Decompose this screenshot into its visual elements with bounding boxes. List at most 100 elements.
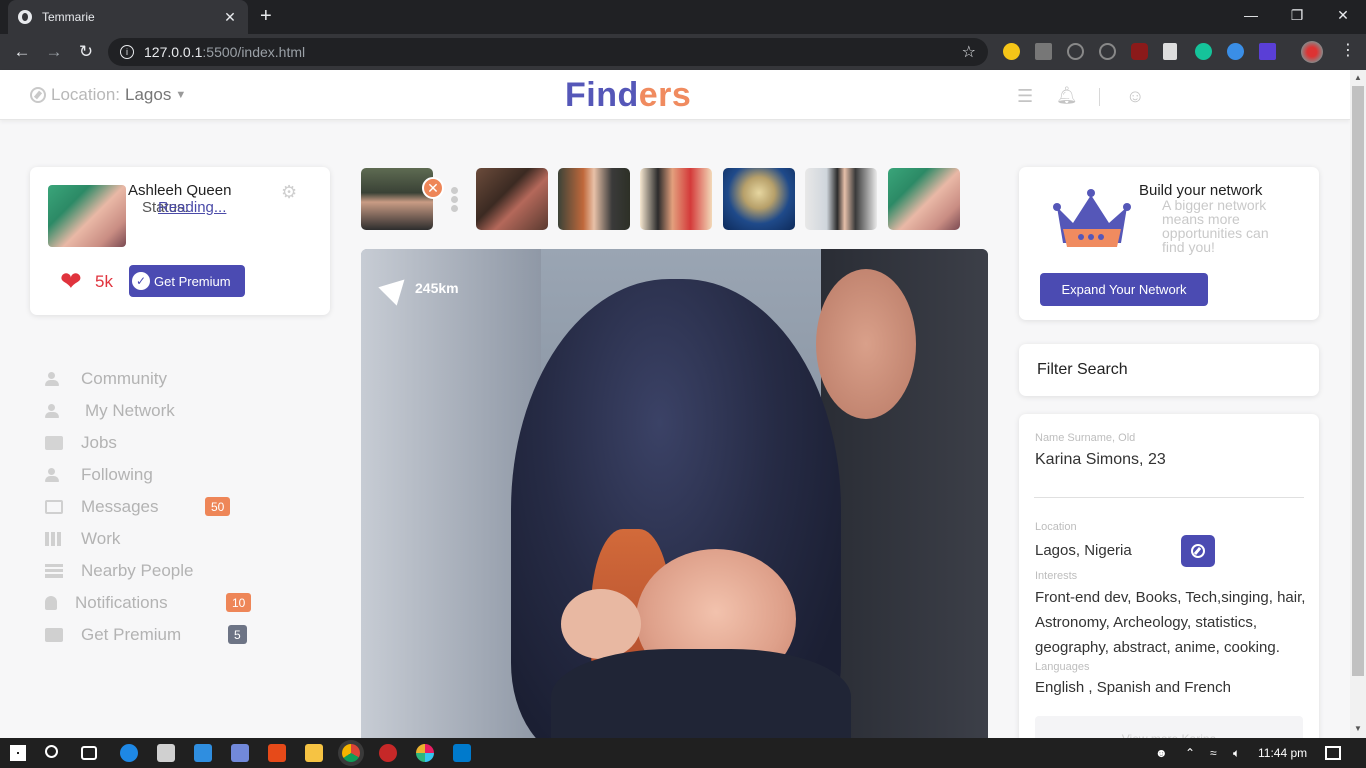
back-icon[interactable]: ← (11, 41, 33, 63)
notifications-badge: 10 (226, 593, 252, 612)
story-thumbnail[interactable] (805, 168, 877, 230)
app-icon[interactable] (379, 744, 397, 762)
profile-avatar[interactable] (1301, 41, 1323, 63)
profile-name: Ashleeh Queen (128, 182, 232, 199)
new-tab-button[interactable]: + (260, 6, 272, 26)
story-thumbnail[interactable] (723, 168, 795, 230)
url-host: 127.0.0.1 (144, 44, 203, 60)
story-thumbnail[interactable] (640, 168, 712, 230)
reload-icon[interactable]: ↻ (75, 41, 97, 63)
restore-icon[interactable]: ❐ (1274, 0, 1320, 30)
scroll-down-icon[interactable]: ▼ (1354, 724, 1362, 733)
store-icon[interactable] (157, 744, 175, 762)
chrome-icon[interactable] (342, 744, 360, 762)
volume-icon[interactable]: 🔈︎ (1233, 746, 1240, 761)
sidebar-item-following[interactable]: Following (45, 463, 265, 487)
notification-center-icon[interactable] (1325, 746, 1341, 760)
sidebar-item-work[interactable]: Work (45, 527, 265, 551)
extension-v-icon[interactable] (1259, 43, 1276, 60)
scrollbar-thumb[interactable] (1352, 86, 1364, 676)
mail-app-icon[interactable] (194, 744, 212, 762)
file-explorer-icon[interactable] (305, 744, 323, 762)
people-icon[interactable]: ☻ (1155, 746, 1168, 760)
window-close-icon[interactable]: ✕ (1320, 0, 1366, 30)
filter-search-title: Filter Search (1037, 361, 1128, 378)
heart-icon[interactable]: ❤ (60, 268, 82, 294)
story-thumbnail[interactable] (558, 168, 630, 230)
locate-button[interactable] (1181, 535, 1215, 567)
sidebar-item-jobs[interactable]: Jobs (45, 431, 265, 455)
location-value: Lagos, Nigeria (1035, 542, 1132, 559)
interests-label: Interests (1035, 570, 1078, 582)
get-premium-button[interactable]: ✓ Get Premium (129, 265, 245, 297)
bell-icon[interactable]: 🔔︎ (1056, 86, 1078, 106)
sidebar-item-label: Nearby People (81, 561, 194, 580)
wifi-icon[interactable]: ≈ (1210, 746, 1217, 760)
story-thumbnail[interactable] (888, 168, 960, 230)
layers-icon (45, 564, 63, 578)
tab-title: Temmarie (42, 10, 95, 24)
story-thumbnail[interactable] (476, 168, 548, 230)
minimize-icon[interactable]: — (1228, 0, 1274, 30)
header-divider (1099, 88, 1100, 106)
extension-pen-icon[interactable] (1163, 43, 1177, 60)
expand-network-button[interactable]: Expand Your Network (1040, 273, 1208, 306)
extension-diamond-icon[interactable] (1227, 43, 1244, 60)
extension-circle-icon[interactable] (1067, 43, 1084, 60)
sidebar-item-community[interactable]: Community (45, 367, 265, 391)
story-thumbnail[interactable] (361, 168, 433, 230)
bookmark-star-icon[interactable]: ☆ (962, 42, 976, 62)
location-label: Location: (51, 85, 120, 104)
profile-card: Ashleeh Queen Status: Reading... ⚙ ❤ 5k … (30, 167, 330, 315)
hamburger-menu-icon[interactable]: ☰ (1017, 86, 1033, 107)
discord-icon[interactable] (231, 744, 249, 762)
sidebar-item-nearby-people[interactable]: Nearby People (45, 559, 265, 583)
site-info-icon[interactable]: i (120, 45, 134, 59)
task-view-icon[interactable] (81, 746, 97, 760)
more-dots-icon[interactable] (451, 187, 458, 214)
jobs-icon (45, 436, 63, 450)
slack-icon[interactable] (416, 744, 434, 762)
windows-start-icon[interactable] (10, 745, 26, 761)
address-bar[interactable]: i 127.0.0.1:5500/index.html ☆ (108, 38, 988, 66)
edge-icon[interactable] (120, 744, 138, 762)
sidebar-item-label: Community (81, 369, 167, 388)
details-divider (1034, 497, 1304, 498)
ublock-icon[interactable] (1131, 43, 1148, 60)
taskbar-clock[interactable]: 11:44 pm (1258, 746, 1307, 760)
browser-menu-icon[interactable]: ⋮ (1340, 43, 1356, 59)
filter-search-card[interactable]: Filter Search (1019, 344, 1319, 396)
close-story-icon[interactable]: ✕ (422, 177, 444, 199)
extension-help-icon[interactable] (1035, 43, 1052, 60)
tab-close-icon[interactable]: ✕ (222, 9, 238, 26)
grammarly-icon[interactable] (1195, 43, 1212, 60)
sidebar-item-messages[interactable]: Messages 50 (45, 495, 265, 519)
browser-tab[interactable]: Temmarie ✕ (8, 0, 248, 34)
gear-icon[interactable]: ⚙ (281, 182, 297, 203)
location-selector[interactable]: Location: Lagos ▼ (30, 85, 186, 105)
brand-part-1: Find (565, 76, 639, 114)
forward-icon[interactable]: → (43, 41, 65, 63)
compass-icon (1191, 544, 1205, 558)
sidebar-item-label: Jobs (81, 433, 117, 452)
sidebar-item-get-premium[interactable]: Get Premium 5 (45, 623, 265, 647)
user-icon[interactable]: ☺︎ (1126, 86, 1144, 107)
search-icon[interactable] (45, 745, 58, 758)
extension-search-icon[interactable] (1003, 43, 1020, 60)
status-value-link[interactable]: Reading... (158, 199, 226, 216)
profile-avatar-image[interactable] (48, 185, 126, 247)
network-icon (45, 404, 63, 418)
crown-icon (1053, 189, 1131, 247)
vscode-icon[interactable] (453, 744, 471, 762)
feed-photo[interactable]: 245km (361, 249, 988, 738)
sidebar-item-notifications[interactable]: Notifications 10 (45, 591, 265, 615)
extension-c-icon[interactable] (1099, 43, 1116, 60)
sidebar-item-my-network[interactable]: My Network (45, 399, 265, 423)
languages-label: Languages (1035, 661, 1090, 673)
office-icon[interactable] (268, 744, 286, 762)
brand-logo[interactable]: Finders (565, 76, 691, 115)
premium-badge: 5 (228, 625, 247, 644)
chevron-up-icon[interactable]: ⌃ (1185, 746, 1195, 760)
scroll-up-icon[interactable]: ▲ (1354, 73, 1362, 82)
vertical-scrollbar[interactable]: ▲ ▼ (1350, 70, 1366, 738)
